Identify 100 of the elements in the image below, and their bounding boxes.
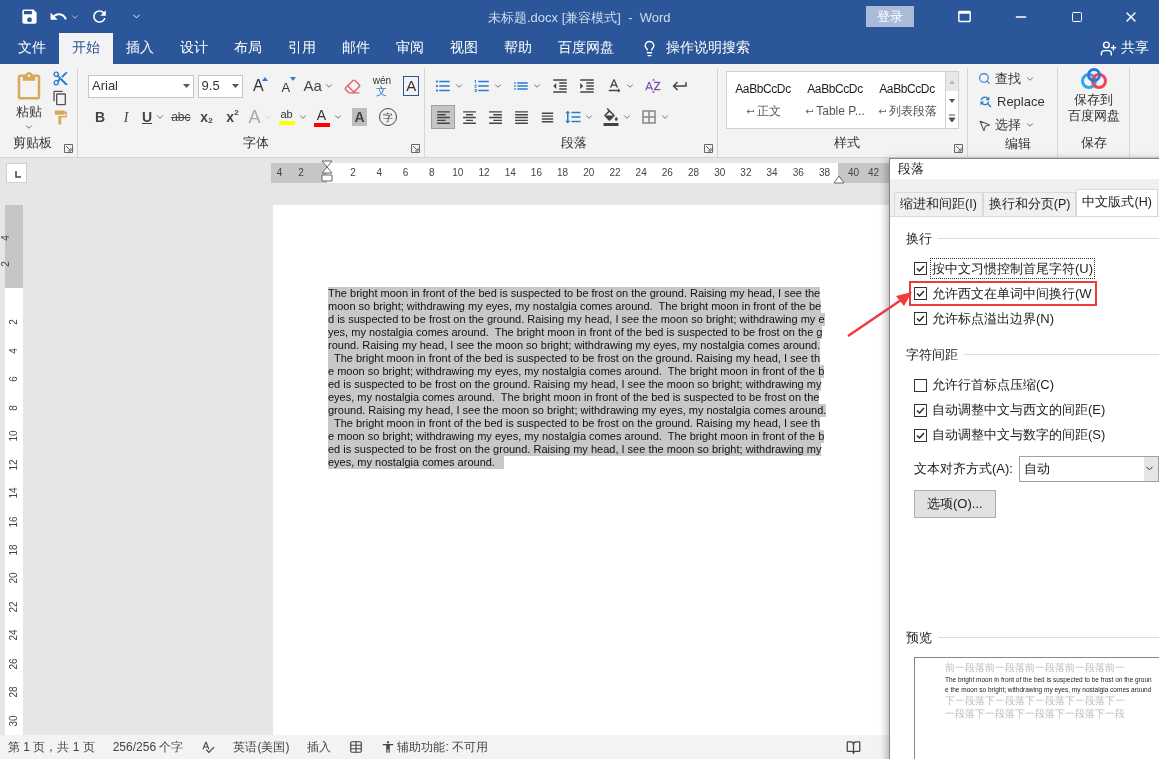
dialog-launcher-icon[interactable] xyxy=(704,144,713,153)
ribbon-tab[interactable]: 开始 xyxy=(59,33,113,64)
checkbox[interactable] xyxy=(914,287,927,300)
change-case-button[interactable]: Aa xyxy=(301,74,336,98)
option-label[interactable]: 自动调整中文与数字的间距(S) xyxy=(931,425,1107,445)
dialog-launcher-icon[interactable] xyxy=(411,144,420,153)
alignment-select[interactable]: 自动 xyxy=(1018,455,1159,482)
checkbox[interactable] xyxy=(914,262,927,275)
dialog-tab[interactable]: 缩进和间距(I) xyxy=(894,191,983,217)
section-heading: 换行 xyxy=(906,229,932,248)
find-button[interactable]: 查找 xyxy=(978,68,1057,90)
ruler-number: 4 xyxy=(375,166,384,180)
character-shading-button[interactable]: A xyxy=(346,105,373,129)
replace-icon xyxy=(978,94,993,110)
font-color-button[interactable]: A xyxy=(311,105,345,129)
paste-button[interactable]: 粘贴 xyxy=(14,68,44,137)
language-indicator[interactable]: 英语(美国) xyxy=(233,738,290,756)
ribbon-display-icon[interactable] xyxy=(956,8,973,25)
ruler-number: 6 xyxy=(401,166,410,180)
caret-icon xyxy=(625,81,635,91)
dialog-tab[interactable]: 换行和分页(P) xyxy=(982,191,1077,217)
align-button[interactable] xyxy=(431,105,455,129)
style-item[interactable]: AaBbCcDc 列表段落 xyxy=(871,72,943,128)
phonetic-guide-button[interactable]: wén 文 xyxy=(369,74,395,98)
macro-icon[interactable] xyxy=(349,740,364,754)
grow-font-button[interactable]: A xyxy=(246,74,271,98)
ribbon-tab[interactable]: 布局 xyxy=(221,33,275,64)
scissors-icon[interactable] xyxy=(52,70,69,87)
ribbon-tab[interactable]: 邮件 xyxy=(329,33,383,64)
word-count[interactable]: 256/256 个字 xyxy=(112,738,184,756)
tab-selector-icon[interactable] xyxy=(6,163,27,183)
font-size-field[interactable]: 9.5 xyxy=(197,74,243,98)
strikethrough-button[interactable]: abc xyxy=(169,105,193,129)
option-label[interactable]: 允许标点溢出边界(N) xyxy=(931,308,1056,329)
bold-button[interactable]: B xyxy=(88,105,112,129)
redo-icon[interactable] xyxy=(90,7,109,26)
align-right-icon xyxy=(486,108,504,126)
align-justify-icon xyxy=(512,108,530,126)
ribbon-tab[interactable]: 设计 xyxy=(167,33,221,64)
ribbon-tab[interactable]: 百度网盘 xyxy=(545,33,627,64)
font-name-field[interactable]: Arial xyxy=(88,74,194,98)
numbered-list-icon xyxy=(473,77,491,95)
replace-button[interactable]: Replace xyxy=(978,91,1057,113)
ribbon-tab[interactable]: 视图 xyxy=(437,33,491,64)
italic-button[interactable]: I xyxy=(114,105,138,129)
insert-mode[interactable]: 插入 xyxy=(307,738,332,756)
style-item[interactable]: AaBbCcDc Table P... xyxy=(799,72,871,128)
option-label[interactable]: 允许行首标点压缩(C) xyxy=(931,375,1056,395)
checkbox[interactable] xyxy=(914,428,927,442)
style-item[interactable]: AaBbCcDc 正文 xyxy=(727,72,799,128)
caret-icon xyxy=(297,112,308,122)
options-button[interactable]: 选项(O)... xyxy=(914,489,996,518)
option-label[interactable]: 自动调整中文与西文的间距(E) xyxy=(931,400,1107,420)
accessibility-status[interactable]: 辅助功能: 不可用 xyxy=(397,738,489,756)
ruler-number: 2 xyxy=(349,166,357,180)
shrink-font-button[interactable]: A xyxy=(274,74,298,98)
ruler-number: 4 xyxy=(1,235,12,241)
ribbon-tab[interactable]: 引用 xyxy=(275,33,329,64)
ruler-number: 30 xyxy=(713,166,727,180)
ruler-number: 2 xyxy=(11,318,17,327)
copy-icon[interactable] xyxy=(52,90,68,106)
tell-me-search[interactable]: 操作说明搜索 xyxy=(666,38,750,59)
proofing-icon[interactable] xyxy=(201,740,216,754)
align-label: 文本对齐方式(A): xyxy=(914,459,1013,478)
underline-button[interactable]: U xyxy=(140,105,168,129)
align-left-icon xyxy=(434,108,452,126)
highlight-button[interactable]: ab xyxy=(276,105,310,129)
read-mode-icon[interactable] xyxy=(846,739,862,755)
caret-icon xyxy=(262,112,273,122)
share-button[interactable]: 共享 xyxy=(1100,33,1149,64)
ruler-number: 14 xyxy=(503,166,517,180)
ruler-number: 36 xyxy=(791,166,805,180)
save-to-cloud-button[interactable]: 保存到 百度网盘 xyxy=(1067,68,1120,124)
ribbon-tab[interactable]: 审阅 xyxy=(383,33,437,64)
option-label[interactable]: 按中文习惯控制首尾字符(U) xyxy=(931,258,1095,279)
increase-indent-icon xyxy=(578,77,596,95)
triangle-icon xyxy=(262,77,269,81)
group-label: 保存 xyxy=(1080,137,1107,152)
save-icon[interactable] xyxy=(20,7,39,26)
maximize-icon[interactable] xyxy=(1071,10,1083,23)
checkbox[interactable] xyxy=(914,403,927,417)
dialog-launcher-icon[interactable] xyxy=(64,144,73,153)
sort-icon xyxy=(644,77,662,95)
group-label: 段落 xyxy=(561,137,587,152)
dialog-launcher-icon[interactable] xyxy=(954,144,963,153)
ruler-number: 30 xyxy=(8,714,20,729)
checkbox[interactable] xyxy=(914,378,927,392)
checkbox[interactable] xyxy=(914,312,927,325)
accessibility-icon xyxy=(381,740,396,754)
dialog-tab[interactable]: 中文版式(H) xyxy=(1076,188,1158,217)
page-count[interactable]: 第 1 页，共 1 页 xyxy=(8,738,95,756)
ruler-number: 10 xyxy=(8,429,20,444)
ruler-number: 22 xyxy=(8,600,20,615)
ribbon-tab[interactable]: 文件 xyxy=(5,33,59,64)
right-indent-marker-icon[interactable] xyxy=(833,175,845,184)
select-button[interactable]: 选择 xyxy=(978,114,1057,136)
ribbon-tab[interactable]: 插入 xyxy=(113,33,167,64)
ribbon-tab[interactable]: 帮助 xyxy=(491,33,545,64)
section-heading: 字符间距 xyxy=(906,346,958,364)
option-label[interactable]: 允许西文在单词中间换行(W xyxy=(931,283,1093,304)
